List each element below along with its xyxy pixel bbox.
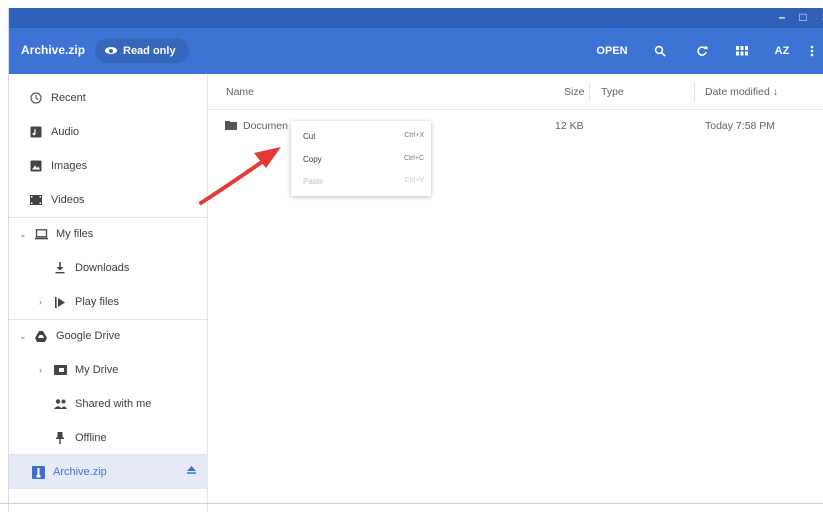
menu-item-shortcut: Ctrl+V xyxy=(404,177,424,184)
grid-view-button[interactable] xyxy=(731,40,753,62)
menu-item-label: Cut xyxy=(303,132,316,141)
files-app-window: – □ × Archive.zip Read only OPEN AZ xyxy=(8,8,823,512)
minimize-button[interactable]: – xyxy=(774,10,790,24)
eject-button[interactable] xyxy=(187,465,196,477)
open-button[interactable]: OPEN xyxy=(594,40,630,62)
file-name: Documen xyxy=(243,120,288,132)
read-only-badge: Read only xyxy=(95,38,189,63)
chevron-right-icon[interactable]: › xyxy=(39,297,42,307)
archive-icon xyxy=(31,465,45,479)
chevron-down-icon[interactable]: ⌄ xyxy=(19,229,27,240)
sidebar-item-label: Images xyxy=(51,160,88,172)
sidebar-item-label: Videos xyxy=(51,194,85,206)
play-store-icon xyxy=(53,295,67,309)
menu-item-label: Copy xyxy=(303,155,322,164)
sidebar-item-audio[interactable]: Audio xyxy=(9,116,208,148)
google-drive-icon xyxy=(34,329,48,343)
laptop-icon xyxy=(34,227,48,241)
file-date-modified: Today 7:58 PM xyxy=(705,120,776,132)
file-list: Name Size Type Date modified ↓ Documen 1… xyxy=(209,74,823,512)
clock-icon xyxy=(29,91,43,105)
chevron-right-icon[interactable]: › xyxy=(39,365,42,375)
sidebar-item-label: Play files xyxy=(75,296,120,308)
people-icon xyxy=(53,397,67,411)
sidebar-item-label: Archive.zip xyxy=(53,466,107,478)
sidebar-item-label: My Drive xyxy=(75,364,119,376)
grid-view-icon xyxy=(736,46,748,56)
eject-icon xyxy=(187,466,196,474)
sidebar-item-offline[interactable]: Offline xyxy=(9,422,208,454)
audio-icon xyxy=(29,125,43,139)
sidebar-item-play-files[interactable]: › Play files xyxy=(9,286,208,318)
column-divider[interactable] xyxy=(694,82,695,102)
sort-az-icon: AZ xyxy=(774,45,790,57)
search-icon xyxy=(654,45,666,57)
menu-item-shortcut: Ctrl+C xyxy=(403,155,424,162)
breadcrumb-title[interactable]: Archive.zip xyxy=(21,43,85,57)
column-type[interactable]: Type xyxy=(601,86,624,98)
sidebar-item-videos[interactable]: Videos xyxy=(9,184,208,216)
window-titlebar: – □ × xyxy=(9,8,823,28)
context-menu: Cut Ctrl+X Copy Ctrl+C Paste Ctrl+V xyxy=(291,121,431,196)
column-date-modified[interactable]: Date modified ↓ xyxy=(705,86,778,98)
sidebar-item-archive[interactable]: Archive.zip xyxy=(9,455,208,489)
sidebar-item-my-files[interactable]: ⌄ My files xyxy=(9,218,208,250)
sidebar-item-label: Recent xyxy=(51,92,86,104)
close-button[interactable]: × xyxy=(817,10,823,24)
maximize-button[interactable]: □ xyxy=(795,10,811,24)
menu-item-copy[interactable]: Copy Ctrl+C xyxy=(291,149,431,169)
sidebar-item-google-drive[interactable]: ⌄ Google Drive xyxy=(9,320,208,352)
menu-item-paste[interactable]: Paste Ctrl+V xyxy=(291,171,431,191)
menu-item-shortcut: Ctrl+X xyxy=(404,132,424,139)
column-divider[interactable] xyxy=(589,82,590,102)
more-vert-icon xyxy=(810,45,814,57)
folder-icon xyxy=(225,120,237,133)
search-button[interactable] xyxy=(649,40,671,62)
more-menu-button[interactable] xyxy=(805,40,819,62)
sidebar-item-shared-with-me[interactable]: Shared with me xyxy=(9,388,208,420)
sidebar-item-label: My files xyxy=(56,228,94,240)
toolbar: Archive.zip Read only OPEN AZ xyxy=(9,28,823,74)
sidebar-item-label: Offline xyxy=(75,432,107,444)
image-icon xyxy=(29,159,43,173)
sidebar-item-label: Shared with me xyxy=(75,398,152,410)
file-size: 12 KB xyxy=(555,120,584,132)
sidebar-item-my-drive[interactable]: › My Drive xyxy=(9,354,208,386)
drive-folder-icon xyxy=(53,363,67,377)
refresh-icon xyxy=(697,46,708,56)
sort-button[interactable]: AZ xyxy=(769,40,795,62)
sidebar-item-label: Downloads xyxy=(75,262,130,274)
sidebar-item-label: Audio xyxy=(51,126,80,138)
menu-item-cut[interactable]: Cut Ctrl+X xyxy=(291,126,431,146)
eye-icon xyxy=(105,47,117,54)
download-icon xyxy=(53,261,67,275)
sidebar-item-label: Google Drive xyxy=(56,330,121,342)
menu-item-label: Paste xyxy=(303,177,324,186)
sidebar-item-recent[interactable]: Recent xyxy=(9,82,208,114)
pin-icon xyxy=(53,431,67,445)
sidebar-item-images[interactable]: Images xyxy=(9,150,208,182)
column-header-row: Name Size Type Date modified ↓ xyxy=(209,74,823,110)
read-only-label: Read only xyxy=(123,44,176,57)
sidebar: Recent Audio Images Videos ⌄ My files Do… xyxy=(9,74,208,512)
column-size[interactable]: Size xyxy=(564,86,584,98)
window-bottom-edge xyxy=(0,503,823,504)
chevron-down-icon[interactable]: ⌄ xyxy=(19,331,27,342)
sidebar-item-downloads[interactable]: Downloads xyxy=(9,252,208,284)
refresh-button[interactable] xyxy=(691,40,713,62)
video-icon xyxy=(29,193,43,207)
open-label: OPEN xyxy=(596,45,628,57)
column-name[interactable]: Name xyxy=(226,86,254,98)
